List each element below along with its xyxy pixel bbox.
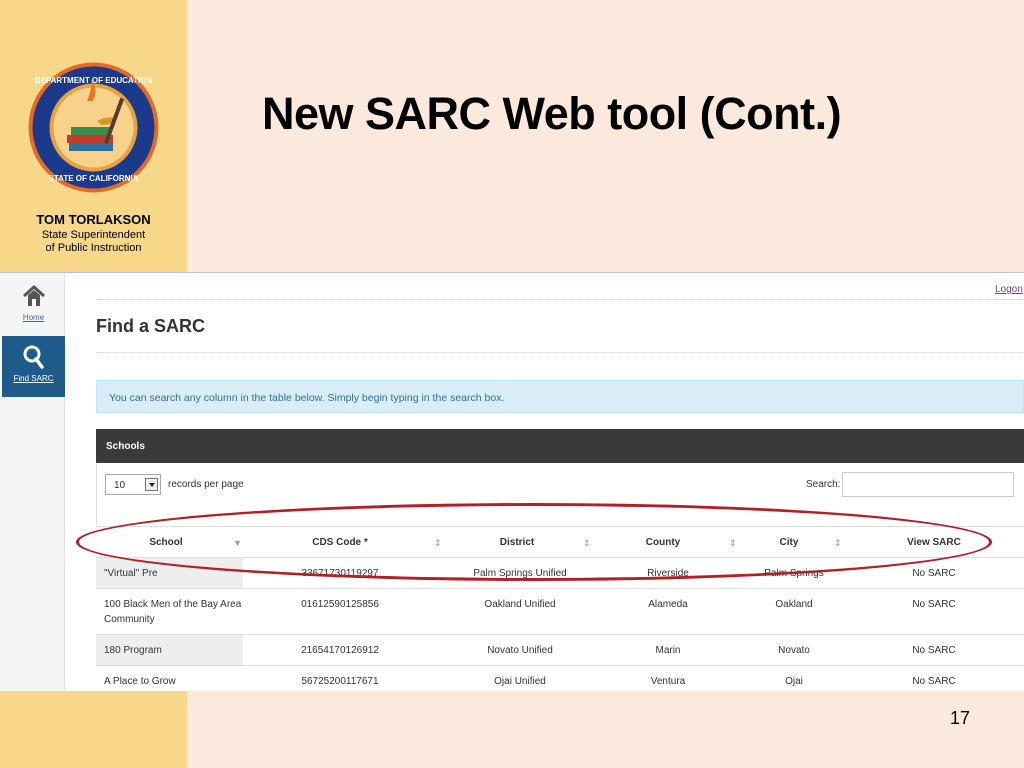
presenter-role-line1: State Superintendent xyxy=(41,229,146,241)
page-heading: Find a SARC xyxy=(96,316,206,336)
presenter-name: TOM TORLAKSON xyxy=(36,212,151,227)
view-sarc-status: No SARC xyxy=(912,568,956,579)
info-alert-text: You can search any column in the table b… xyxy=(109,392,505,404)
cell-city: Oakland xyxy=(775,599,813,610)
cell-cds-code: 21654170126912 xyxy=(301,645,379,656)
view-sarc-status: No SARC xyxy=(912,599,956,610)
table-row[interactable]: 100 Black Men of the Bay Area Community … xyxy=(96,589,1024,635)
cell-cds-code: 01612590125856 xyxy=(301,599,379,610)
presenter-block: TOM TORLAKSON State Superintendent of Pu… xyxy=(0,212,187,255)
cell-school: 100 Black Men of the Bay Area Community xyxy=(104,599,242,625)
info-alert: You can search any column in the table b… xyxy=(96,380,1024,413)
side-nav: Home Find SARC xyxy=(0,273,65,691)
embedded-screenshot: Home Find SARC Logon Find a SARC You can… xyxy=(0,272,1024,691)
divider xyxy=(96,299,1024,300)
slide-title: New SARC Web tool (Cont.) xyxy=(262,88,842,139)
nav-item-home[interactable]: Home xyxy=(2,275,65,335)
seal-text-bottom: STATE OF CALIFORNIA xyxy=(49,174,139,183)
records-per-page-label: records per page xyxy=(168,479,244,490)
cell-school: 180 Program xyxy=(104,645,162,656)
divider xyxy=(96,352,1024,353)
table-row[interactable]: A Place to Grow 56725200117671 Ojai Unif… xyxy=(96,666,1024,691)
seal-text-top: DEPARTMENT OF EDUCATION xyxy=(35,76,153,85)
nav-item-home-label[interactable]: Home xyxy=(2,313,65,322)
table-row[interactable]: 180 Program 21654170126912 Novato Unifie… xyxy=(96,635,1024,666)
records-per-page-select[interactable]: 10 xyxy=(105,474,161,495)
cell-city: Ojai xyxy=(785,676,803,687)
slide-page-number: 17 xyxy=(950,708,971,728)
department-seal-logo: DEPARTMENT OF EDUCATION STATE OF CALIFOR… xyxy=(28,62,159,193)
nav-item-find-sarc[interactable]: Find SARC xyxy=(2,336,65,397)
view-sarc-status: No SARC xyxy=(912,676,956,687)
cell-district: Novato Unified xyxy=(487,645,553,656)
cell-cds-code: 56725200117671 xyxy=(301,676,379,687)
chevron-down-icon[interactable] xyxy=(145,478,158,491)
highlight-oval xyxy=(76,503,992,581)
records-per-page-value: 10 xyxy=(114,480,126,491)
search-label: Search: xyxy=(806,479,841,490)
cell-district: Ojai Unified xyxy=(494,676,546,687)
schools-panel-title: Schools xyxy=(106,441,145,452)
logon-link[interactable]: Logon xyxy=(995,284,1023,295)
search-icon xyxy=(23,345,44,369)
presenter-role-line2: of Public Instruction xyxy=(45,242,142,254)
nav-item-find-sarc-label[interactable]: Find SARC xyxy=(2,374,65,383)
cell-city: Novato xyxy=(778,645,810,656)
search-input[interactable] xyxy=(842,472,1014,497)
cell-district: Oakland Unified xyxy=(484,599,556,610)
view-sarc-status: No SARC xyxy=(912,645,956,656)
schools-panel-header: Schools xyxy=(96,429,1024,463)
home-icon xyxy=(22,284,45,306)
cell-school: A Place to Grow xyxy=(104,676,176,687)
